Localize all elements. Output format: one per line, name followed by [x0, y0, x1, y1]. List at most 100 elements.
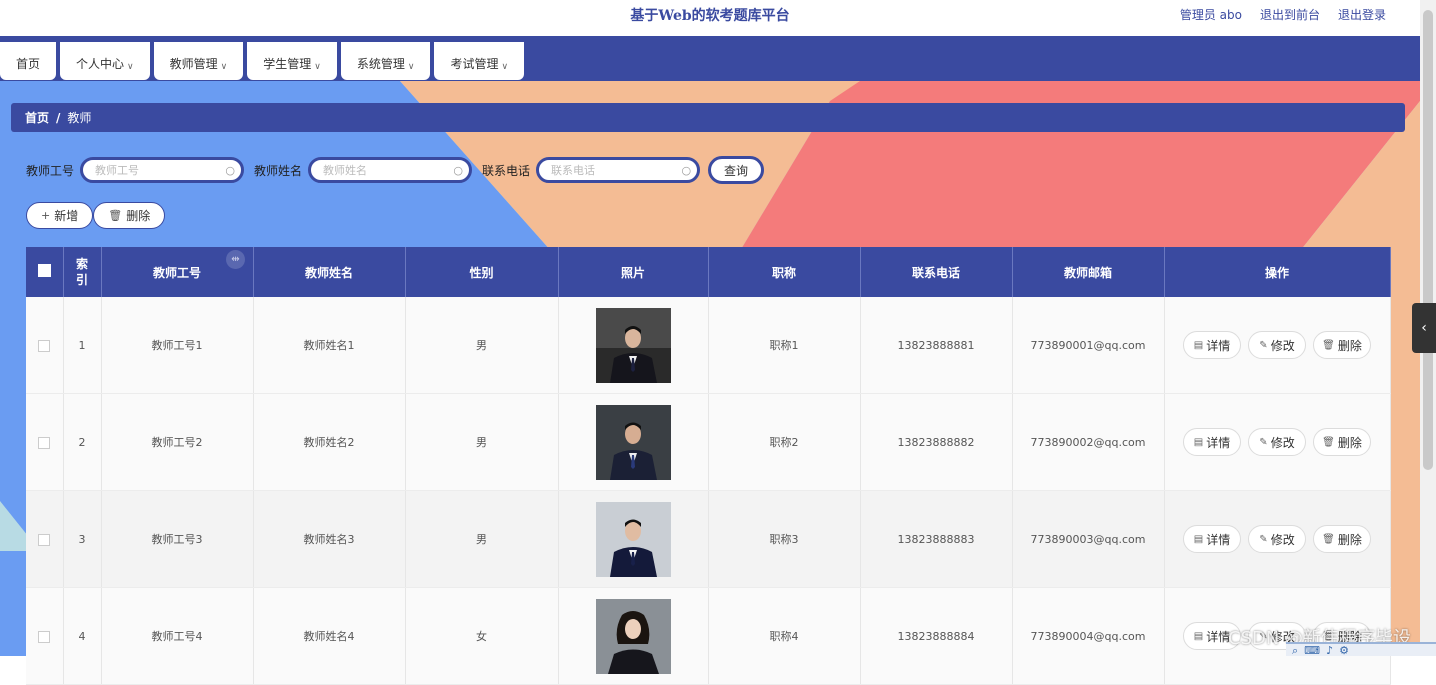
- nav-system-management[interactable]: 系统管理 ∨: [340, 42, 431, 80]
- header-index: 索引: [63, 247, 102, 297]
- document-icon: ▤: [1193, 630, 1204, 642]
- teacher-photo[interactable]: [595, 307, 671, 383]
- row-gender: 男: [405, 297, 559, 394]
- edit-button[interactable]: ✎ 修改: [1248, 525, 1306, 553]
- trash-icon: 🗑: [1322, 339, 1335, 351]
- add-button[interactable]: + 新增: [26, 202, 94, 229]
- chevron-left-icon[interactable]: ‹: [1412, 303, 1436, 353]
- nav-exam-management[interactable]: 考试管理 ∨: [434, 42, 525, 80]
- breadcrumb: 首页 / 教师: [11, 103, 1405, 132]
- select-all-checkbox[interactable]: [37, 264, 51, 277]
- table-row: 2 教师工号2 教师姓名2 男 职称2 13823888882 77389000…: [26, 393, 1391, 491]
- search-icon[interactable]: ⌕: [1292, 644, 1298, 657]
- row-teacher-id: 教师工号4: [101, 587, 254, 685]
- row-email: 773890004@qq.com: [1012, 587, 1165, 685]
- row-teacher-name: 教师姓名1: [253, 297, 406, 394]
- teacher-name-input[interactable]: [321, 162, 454, 178]
- row-teacher-name: 教师姓名4: [253, 587, 406, 685]
- phone-input[interactable]: [549, 162, 682, 178]
- row-title: 职称2: [708, 393, 861, 491]
- row-index: 2: [63, 393, 102, 491]
- header-operations: 操作: [1164, 247, 1391, 297]
- row-checkbox[interactable]: [38, 533, 51, 546]
- nav-personal-center[interactable]: 个人中心 ∨: [60, 42, 150, 80]
- trash-icon: 🗑: [1322, 436, 1335, 448]
- row-teacher-id: 教师工号3: [101, 490, 254, 588]
- nav-student-management[interactable]: 学生管理 ∨: [247, 42, 337, 80]
- main-nav: 首页 个人中心 ∨ 教师管理 ∨ 学生管理 ∨ 系统管理 ∨ 考试管理 ∨: [0, 36, 1420, 81]
- teacher-id-label: 教师工号: [26, 163, 75, 178]
- chevron-down-icon: ∨: [220, 62, 228, 72]
- header-email: 教师邮箱: [1012, 247, 1165, 297]
- nav-teacher-management[interactable]: 教师管理 ∨: [153, 42, 244, 80]
- chevron-down-icon: ∨: [407, 62, 415, 72]
- header-title: 职称: [708, 247, 861, 297]
- column-resize-icon[interactable]: ⇹: [226, 250, 245, 269]
- batch-delete-button[interactable]: 🗑 删除: [93, 202, 166, 229]
- settings-icon[interactable]: ⚙: [1339, 644, 1349, 657]
- delete-button[interactable]: 🗑 删除: [1313, 428, 1371, 456]
- plus-icon: +: [41, 209, 51, 222]
- row-index: 3: [63, 490, 102, 588]
- chevron-down-icon: ∨: [314, 62, 321, 72]
- teacher-photo[interactable]: [595, 501, 671, 577]
- teacher-name-label: 教师姓名: [254, 163, 303, 178]
- detail-button[interactable]: ▤ 详情: [1183, 525, 1241, 553]
- teacher-id-box: ○: [80, 157, 245, 183]
- row-teacher-id: 教师工号2: [101, 393, 254, 491]
- row-teacher-name: 教师姓名3: [253, 490, 406, 588]
- nav-home[interactable]: 首页: [0, 42, 57, 80]
- breadcrumb-separator: /: [56, 110, 61, 125]
- header-phone: 联系电话: [860, 247, 1013, 297]
- logout-link[interactable]: 退出登录: [1338, 6, 1386, 23]
- row-index: 1: [63, 297, 102, 394]
- select-all-cell: [26, 247, 64, 297]
- row-index: 4: [63, 587, 102, 685]
- top-header: 基于Web的软考题库平台 管理员 abo 退出到前台 退出登录: [0, 0, 1436, 36]
- pencil-icon: ✎: [1259, 533, 1268, 545]
- row-gender: 男: [405, 393, 559, 491]
- search-icon: ○: [225, 163, 236, 177]
- exit-front-link[interactable]: 退出到前台: [1260, 6, 1320, 23]
- top-links: 管理员 abo 退出到前台 退出登录: [1180, 6, 1386, 23]
- delete-button[interactable]: 🗑 删除: [1313, 525, 1371, 553]
- row-phone: 13823888881: [860, 297, 1013, 394]
- pencil-icon: ✎: [1259, 436, 1268, 448]
- edit-button[interactable]: ✎ 修改: [1248, 428, 1306, 456]
- teacher-table: ⇹ 索引 教师工号 教师姓名 性别 照片 职称 联系电话 教师邮箱 操作 1 教…: [26, 247, 1391, 685]
- trash-icon: 🗑: [108, 209, 123, 222]
- query-button[interactable]: 查询: [708, 156, 765, 184]
- row-email: 773890001@qq.com: [1012, 297, 1165, 394]
- phone-box: ○: [536, 157, 701, 183]
- row-checkbox[interactable]: [38, 436, 51, 449]
- row-teacher-name: 教师姓名2: [253, 393, 406, 491]
- mic-icon[interactable]: ♪: [1326, 644, 1333, 657]
- row-phone: 13823888882: [860, 393, 1013, 491]
- scrollbar-thumb[interactable]: [1423, 10, 1433, 470]
- teacher-photo[interactable]: [595, 404, 671, 480]
- document-icon: ▤: [1193, 339, 1204, 351]
- current-user[interactable]: 管理员 abo: [1180, 6, 1242, 23]
- delete-button[interactable]: 🗑 删除: [1313, 331, 1371, 359]
- row-checkbox[interactable]: [38, 339, 51, 352]
- detail-button[interactable]: ▤ 详情: [1183, 428, 1241, 456]
- breadcrumb-current: 教师: [67, 111, 92, 125]
- trash-icon: 🗑: [1322, 533, 1335, 545]
- header-teacher-name: 教师姓名: [253, 247, 406, 297]
- phone-label: 联系电话: [482, 163, 531, 178]
- row-title: 职称4: [708, 587, 861, 685]
- breadcrumb-home[interactable]: 首页: [25, 109, 49, 126]
- teacher-photo[interactable]: [595, 598, 671, 674]
- table-row: 3 教师工号3 教师姓名3 男 职称3 13823888883 77389000…: [26, 490, 1391, 588]
- document-icon: ▤: [1193, 436, 1204, 448]
- pencil-icon: ✎: [1259, 339, 1268, 351]
- header-gender: 性别: [405, 247, 559, 297]
- chevron-down-icon: ∨: [127, 62, 134, 72]
- detail-button[interactable]: ▤ 详情: [1183, 331, 1241, 359]
- teacher-id-input[interactable]: [93, 162, 226, 178]
- search-icon: ○: [681, 163, 692, 177]
- keyboard-icon[interactable]: ⌨: [1304, 644, 1320, 657]
- row-checkbox[interactable]: [38, 630, 51, 643]
- row-gender: 男: [405, 490, 559, 588]
- edit-button[interactable]: ✎ 修改: [1248, 331, 1306, 359]
